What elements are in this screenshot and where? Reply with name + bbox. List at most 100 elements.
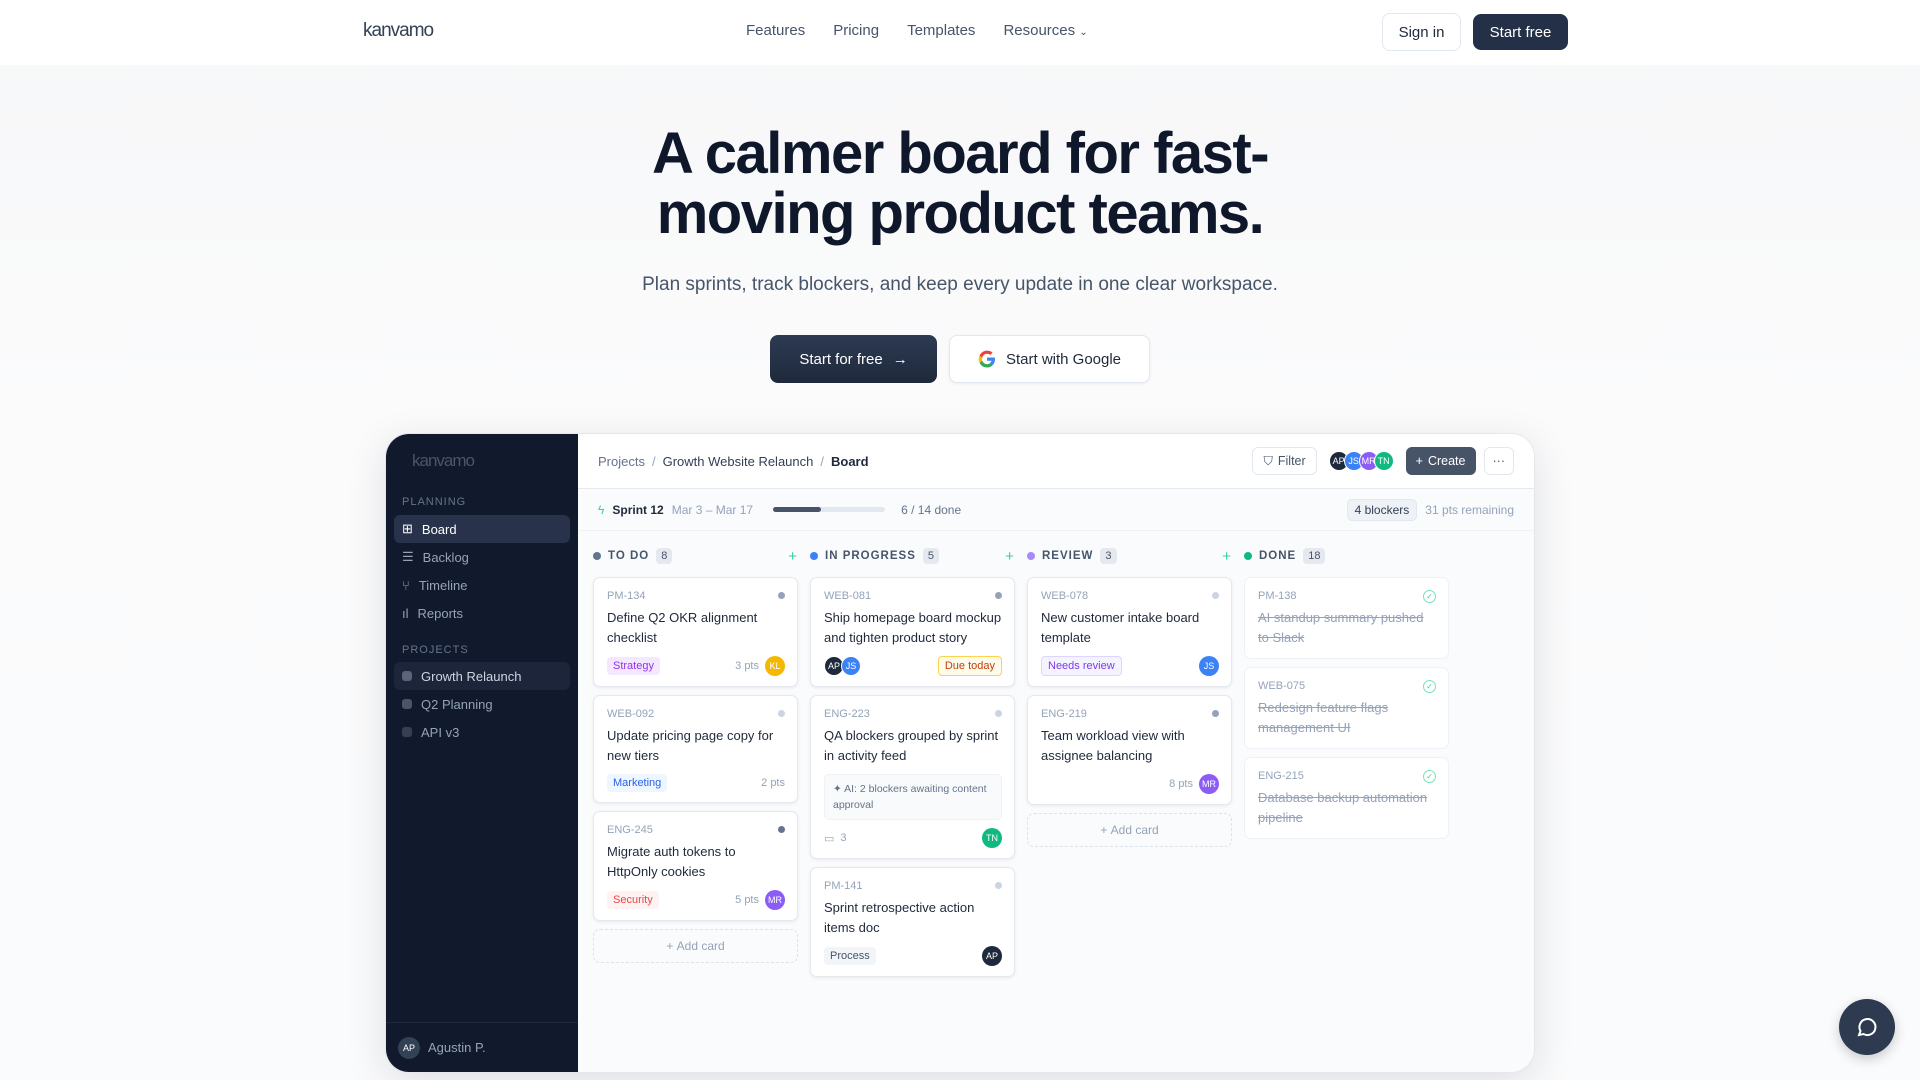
card-id: WEB-078 bbox=[1041, 590, 1089, 602]
google-cta-label: Start with Google bbox=[1005, 350, 1122, 368]
card-footer: AP JS Due today bbox=[824, 656, 1002, 676]
task-card[interactable]: WEB-078 New customer intake board templat… bbox=[1027, 577, 1232, 687]
column-count: 5 bbox=[922, 548, 940, 564]
card-tag: Security bbox=[607, 891, 659, 909]
logo[interactable]: kanvamo bbox=[363, 20, 434, 42]
comment-icon: ▭ bbox=[824, 832, 835, 845]
nav-templates[interactable]: Templates bbox=[907, 22, 975, 39]
breadcrumb-current: Board bbox=[831, 453, 869, 469]
sidebar-project-growth-relaunch[interactable]: Growth Relaunch bbox=[394, 662, 570, 690]
card-tag: Process bbox=[824, 947, 876, 965]
board-header: Projects / Growth Website Relaunch / Board… bbox=[578, 434, 1534, 489]
story-points: 5 pts bbox=[735, 894, 759, 906]
project-label: Growth Relaunch bbox=[421, 668, 522, 684]
plus-icon: + bbox=[1415, 454, 1423, 468]
priority-dot-icon bbox=[778, 592, 785, 599]
sprint-progress-bar bbox=[773, 507, 886, 512]
chat-bubble-icon bbox=[1857, 1018, 1877, 1037]
add-icon[interactable]: + bbox=[788, 548, 798, 565]
sidebar-item-label: Backlog bbox=[422, 549, 469, 565]
priority-dot-icon bbox=[995, 592, 1002, 599]
card-title: Database backup automation pipeline bbox=[1258, 790, 1428, 825]
card-id: ENG-215 bbox=[1258, 770, 1304, 782]
ai-note: ✦ AI: 2 blockers awaiting content approv… bbox=[824, 774, 1002, 820]
task-card[interactable]: ENG-215 ✓ Database backup automation pipel… bbox=[1244, 757, 1449, 839]
status-dot-icon bbox=[1244, 552, 1252, 560]
sign-in-button[interactable]: Sign in bbox=[1382, 13, 1461, 51]
task-card[interactable]: ENG-245 Migrate auth tokens to HttpOnly c… bbox=[593, 811, 798, 921]
assignee-avatar: AP bbox=[982, 946, 1002, 966]
column-in-progress: IN PROGRESS 5 + WEB-081 Ship homepage board … bbox=[810, 543, 1015, 977]
column-title: IN PROGRESS bbox=[825, 550, 916, 562]
start-for-free-button[interactable]: Start for free → bbox=[770, 335, 937, 383]
nav-features[interactable]: Features bbox=[746, 22, 805, 39]
sidebar-item-board[interactable]: ⊞ Board bbox=[394, 515, 570, 543]
card-footer: Marketing 2 pts bbox=[607, 774, 785, 792]
assignee-avatar: JS bbox=[1199, 656, 1219, 676]
task-card[interactable]: PM-141 Sprint retrospective action items … bbox=[810, 867, 1015, 977]
task-card[interactable]: ENG-219 Team workload view with assignee … bbox=[1027, 695, 1232, 805]
story-points: 8 pts bbox=[1169, 778, 1193, 790]
sidebar-project-api-v3[interactable]: API v3 bbox=[394, 718, 570, 746]
plus-icon: + bbox=[666, 939, 677, 953]
filter-button[interactable]: ⛉ Filter bbox=[1252, 447, 1317, 475]
chat-button[interactable] bbox=[1839, 999, 1895, 1055]
add-card-button[interactable]: + Add card bbox=[1027, 813, 1232, 847]
assignee-avatar: TN bbox=[982, 828, 1002, 848]
hero-title-line2: moving product teams. bbox=[656, 181, 1265, 246]
hero-title-line1: A calmer board for fast- bbox=[651, 121, 1270, 186]
user-name: Agustin P. bbox=[428, 1040, 486, 1055]
task-card[interactable]: WEB-092 Update pricing page copy for new … bbox=[593, 695, 798, 803]
breadcrumb-project[interactable]: Growth Website Relaunch bbox=[663, 454, 814, 469]
priority-dot-icon bbox=[778, 710, 785, 717]
bar-chart-icon: ıl bbox=[402, 605, 409, 621]
card-tag: Strategy bbox=[607, 657, 660, 675]
add-icon[interactable]: + bbox=[1222, 548, 1232, 565]
add-card-button[interactable]: + Add card bbox=[593, 929, 798, 963]
member-avatars[interactable]: AP JS MR TN bbox=[1328, 451, 1394, 471]
add-card-label: Add card bbox=[1110, 823, 1159, 837]
start-with-google-button[interactable]: Start with Google bbox=[949, 335, 1150, 383]
column-title: DONE bbox=[1259, 550, 1297, 562]
sprint-done-count: 6 / 14 done bbox=[901, 502, 962, 517]
sidebar-item-timeline[interactable]: ⑂ Timeline bbox=[394, 571, 570, 599]
comment-count: 3 bbox=[840, 832, 847, 844]
more-options-button[interactable]: ··· bbox=[1483, 447, 1514, 475]
task-card[interactable]: PM-134 Define Q2 OKR alignment checklist S… bbox=[593, 577, 798, 687]
top-nav: kanvamo Features Pricing Templates Resou… bbox=[0, 0, 1920, 65]
sprint-dates: Mar 3 – Mar 17 bbox=[671, 502, 754, 517]
create-button[interactable]: + Create bbox=[1405, 447, 1476, 475]
add-icon[interactable]: + bbox=[1005, 548, 1015, 565]
projects-label: PROJECTS bbox=[402, 644, 469, 656]
cta-label: Start for free bbox=[799, 350, 883, 368]
sidebar-item-backlog[interactable]: ☰ Backlog bbox=[394, 543, 570, 571]
planning-label: PLANNING bbox=[402, 496, 467, 508]
blockers-badge[interactable]: 4 blockers bbox=[1346, 498, 1418, 521]
task-card[interactable]: ENG-223 QA blockers grouped by sprint in … bbox=[810, 695, 1015, 859]
user-profile[interactable]: AP Agustin P. bbox=[386, 1022, 578, 1072]
timeline-icon: ⑂ bbox=[402, 577, 410, 593]
priority-dot-icon bbox=[778, 826, 785, 833]
card-title: Sprint retrospective action items doc bbox=[824, 900, 975, 935]
card-title: QA blockers grouped by sprint in activit… bbox=[824, 728, 999, 763]
start-free-button[interactable]: Start free bbox=[1473, 14, 1568, 50]
sidebar-project-q2-planning[interactable]: Q2 Planning bbox=[394, 690, 570, 718]
column-header: REVIEW 3 + bbox=[1027, 543, 1232, 569]
card-footer: Strategy 3 pts KL bbox=[607, 656, 785, 676]
task-card[interactable]: WEB-081 Ship homepage board mockup and ti… bbox=[810, 577, 1015, 687]
sidebar-item-reports[interactable]: ıl Reports bbox=[394, 599, 570, 627]
member-avatar[interactable]: TN bbox=[1373, 451, 1394, 471]
nav-pricing[interactable]: Pricing bbox=[833, 22, 879, 39]
nav-resources[interactable]: Resources ⌄ bbox=[1003, 22, 1087, 39]
card-title: Define Q2 OKR alignment checklist bbox=[607, 610, 758, 645]
breadcrumb-projects[interactable]: Projects bbox=[598, 454, 645, 469]
task-card[interactable]: PM-138 ✓ AI standup summary pushed to Slac… bbox=[1244, 577, 1449, 659]
filter-icon: ⛉ bbox=[1263, 453, 1273, 468]
column-header: IN PROGRESS 5 + bbox=[810, 543, 1015, 569]
filter-label: Filter bbox=[1277, 454, 1306, 468]
project-dot-icon bbox=[402, 671, 412, 681]
card-id: PM-134 bbox=[607, 590, 646, 602]
task-card[interactable]: WEB-075 ✓ Redesign feature flags managemen… bbox=[1244, 667, 1449, 749]
card-title: AI standup summary pushed to Slack bbox=[1258, 610, 1424, 645]
card-id: WEB-092 bbox=[607, 708, 655, 720]
